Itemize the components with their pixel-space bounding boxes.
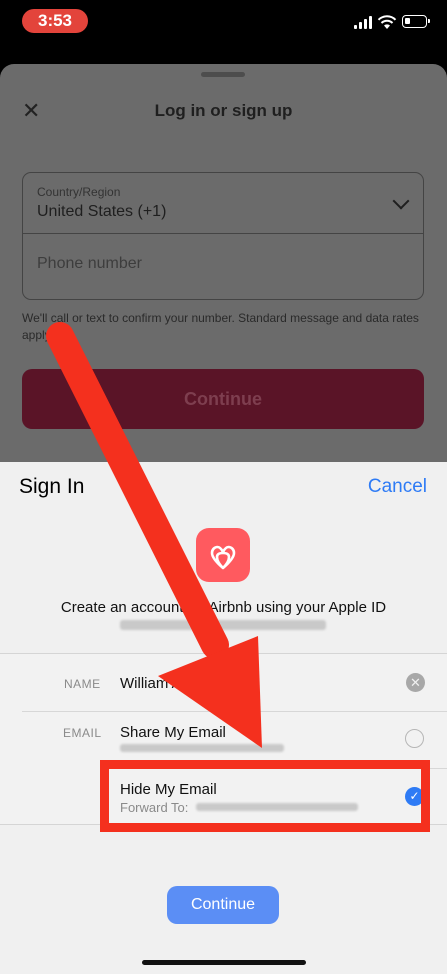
home-indicator [142, 960, 306, 965]
cellular-signal-icon [354, 16, 372, 29]
redacted-apple-id [120, 620, 326, 630]
name-label: NAME [64, 677, 101, 691]
apple-signin-sheet: Sign In Cancel Create an account for Air… [0, 462, 447, 974]
country-label: Country/Region [37, 185, 121, 199]
status-time: 3:53 [22, 9, 88, 33]
share-email-option[interactable]: Share My Email [120, 724, 226, 741]
apple-header: Sign In Cancel [0, 462, 447, 512]
disclaimer-text: We'll call or text to confirm your numbe… [22, 311, 419, 342]
phone-form: Country/Region United States (+1) Phone … [22, 172, 424, 300]
airbnb-logo-icon [196, 528, 250, 582]
airbnb-login-sheet: ✕ Log in or sign up Country/Region Unite… [0, 64, 447, 484]
sheet-title: Log in or sign up [154, 101, 293, 120]
battery-icon [402, 15, 430, 28]
airbnb-continue-button[interactable]: Continue [22, 369, 424, 429]
signin-title: Sign In [19, 475, 85, 498]
share-email-radio[interactable] [405, 729, 424, 748]
create-account-text: Create an account for Airbnb using your … [60, 599, 387, 616]
status-bar: 3:53 [0, 0, 447, 44]
form-divider [23, 233, 423, 234]
clear-name-icon[interactable]: ✕ [406, 673, 425, 692]
redacted-email [120, 744, 284, 752]
cancel-button[interactable]: Cancel [368, 476, 427, 498]
chevron-down-icon[interactable] [392, 192, 410, 210]
email-label: EMAIL [63, 726, 102, 740]
wifi-icon [377, 15, 397, 29]
phone-number-input[interactable]: Phone number [37, 255, 142, 273]
apple-continue-button[interactable]: Continue [167, 886, 279, 924]
row-divider [22, 711, 447, 712]
sheet-grabber[interactable] [201, 72, 245, 77]
hide-email-highlight [100, 760, 430, 832]
country-select[interactable]: United States (+1) [37, 203, 166, 221]
name-field[interactable]: William Ant [120, 675, 194, 692]
